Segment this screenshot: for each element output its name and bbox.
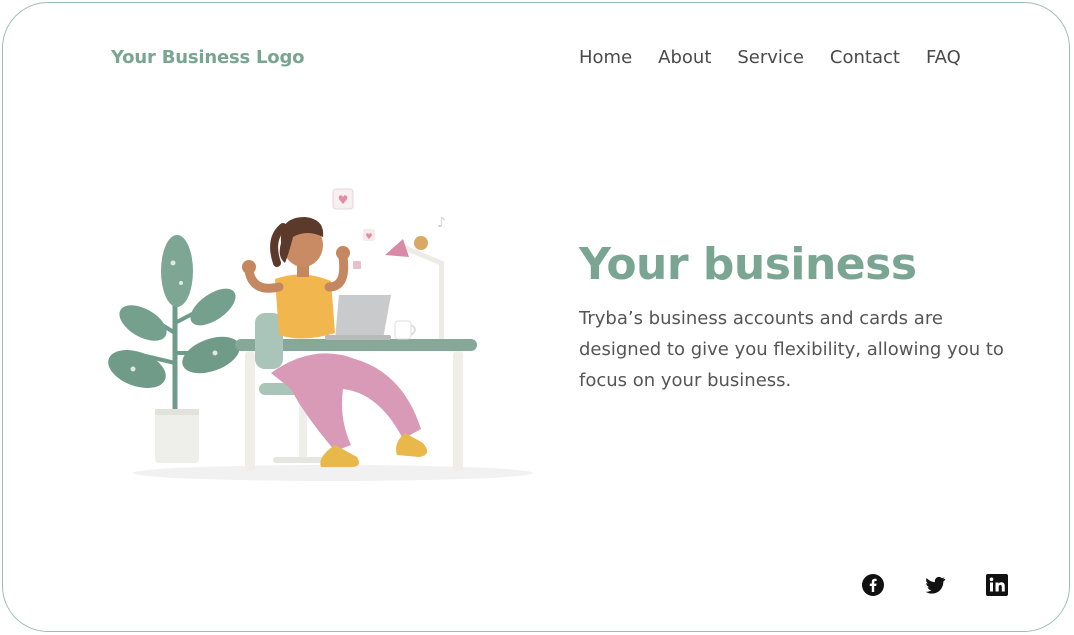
nav-service[interactable]: Service (737, 47, 804, 68)
svg-text:♪: ♪ (437, 215, 446, 231)
nav-faq[interactable]: FAQ (926, 47, 961, 68)
nav-home[interactable]: Home (579, 47, 632, 68)
facebook-icon[interactable] (861, 573, 885, 597)
nav-about[interactable]: About (658, 47, 711, 68)
nav-contact[interactable]: Contact (830, 47, 900, 68)
business-logo[interactable]: Your Business Logo (111, 47, 305, 68)
twitter-icon[interactable] (923, 573, 947, 597)
social-links (861, 573, 1009, 597)
hero-title: Your business (579, 239, 917, 290)
plant-illustration (108, 235, 240, 463)
main-nav: Home About Service Contact FAQ (579, 47, 961, 68)
svg-text:♥: ♥ (365, 232, 372, 241)
hero-illustration: ♥ ♥ ♪ (108, 188, 533, 481)
lamp-illustration (385, 236, 444, 341)
hero-description: Tryba’s business accounts and cards are … (579, 308, 1004, 391)
page-frame: Your Business Logo Home About Service Co… (2, 2, 1070, 632)
svg-text:♥: ♥ (338, 193, 349, 207)
linkedin-icon[interactable] (985, 573, 1009, 597)
